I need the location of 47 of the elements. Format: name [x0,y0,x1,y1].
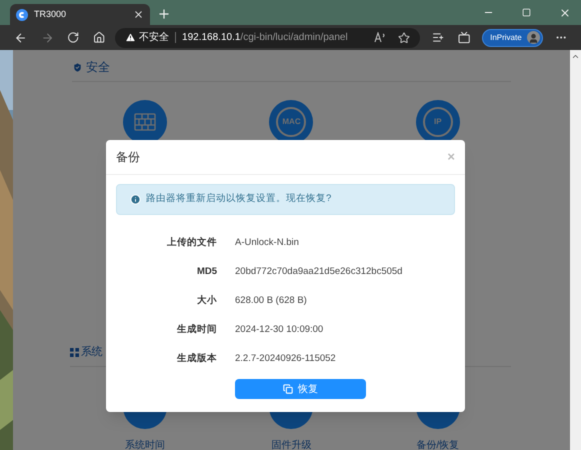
tab-title: TR3000 [34,8,68,21]
shield-icon [72,62,83,72]
field-value: 20bd772c70da9aa21d5e26c312bc505d [235,265,402,280]
badge-icon[interactable]: IP [422,107,453,137]
copy-icon [283,384,293,394]
feature-label[interactable]: 系统时间 [125,438,166,450]
feature-label[interactable]: 备份/恢复 [416,438,460,450]
feature-label[interactable]: 固件升级 [271,438,312,450]
dialog-title: 备份 [116,149,140,166]
close-icon[interactable] [559,6,571,18]
field-value: 2.2.7-20240926-115052 [235,352,336,366]
restore-button[interactable]: 恢复 [235,379,366,399]
avatar-icon [526,31,540,44]
field-label: 生成版本 [176,352,217,366]
alert-text: 路由器将重新启动以恢复设置。现在恢复? [146,192,332,206]
field-value: 628.00 B (628 B) [235,294,307,308]
address-field[interactable]: 不安全 192.168.10.1/cgi-bin/luci/admin/panel [115,28,420,48]
section-title: 安全 [86,59,110,76]
info-icon [130,194,141,205]
field-label: 生成时间 [176,323,217,338]
field-label: 上传的文件 [166,236,217,250]
new-tab-icon[interactable] [157,7,171,21]
section-title: 系统 [81,344,102,360]
field-value: 2024-12-30 10:09:00 [235,323,324,338]
browser-tab[interactable]: TR3000 [10,4,150,25]
close-button[interactable]: × [447,147,455,167]
home-icon[interactable] [92,31,106,44]
back-icon[interactable] [14,30,28,44]
scroll-up-icon[interactable] [571,52,580,61]
url-text: 192.168.10.1/cgi-bin/luci/admin/panel [182,31,348,45]
star-icon[interactable] [398,32,410,44]
close-icon[interactable] [133,9,144,20]
reload-icon[interactable] [67,31,80,44]
field-value: A-Unlock-N.bin [235,236,299,250]
collections-icon[interactable] [458,31,470,44]
grid-icon [70,348,79,357]
read-aloud-icon[interactable] [374,32,386,43]
inprivate-badge[interactable]: InPrivate [482,28,543,46]
site-icon [16,8,28,20]
maximize-icon[interactable] [522,8,531,17]
security-label: 不安全 [139,30,170,45]
favorites-icon[interactable] [432,31,444,44]
field-label: 大小 [196,294,217,308]
forward-icon[interactable] [41,30,54,44]
field-label: MD5 [196,265,217,280]
badge-icon[interactable]: MAC [276,107,306,137]
warning-icon [125,32,136,43]
